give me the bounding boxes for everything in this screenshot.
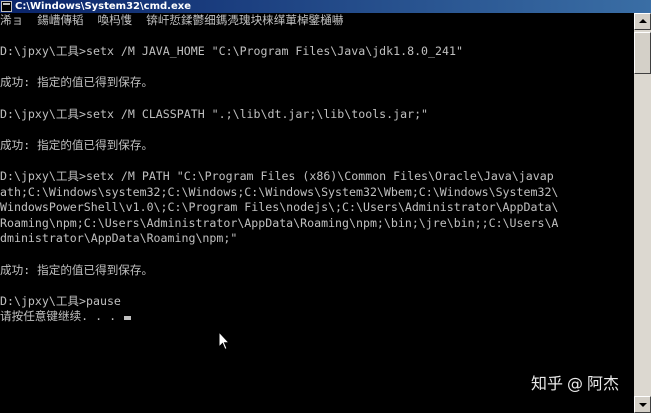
console-line: WindowsPowerShell\v1.0\;C:\Program Files… — [0, 200, 559, 215]
window-title: C:\Windows\System32\cmd.exe — [15, 1, 191, 12]
zhihu-watermark: 知乎 @ 阿杰 — [531, 372, 619, 396]
console-line: Roaming\npm;C:\Users\Administrator\AppDa… — [0, 215, 559, 230]
console-line: 浠ョ 鍚嶆傳韬 喚杩愯 锛屽悊鍒鬱细鎷凴瑰块梾缂莗棹鐾樋嚇 — [0, 13, 344, 27]
vertical-scrollbar[interactable] — [634, 13, 651, 413]
watermark-brand: 知乎 — [531, 374, 564, 393]
scroll-up-arrow-icon — [639, 19, 647, 23]
console-line: D:\jpxy\工具>setx /M PATH "C:\Program File… — [0, 168, 554, 183]
watermark-separator: @ — [567, 374, 584, 393]
pause-prompt-text: 请按任意键继续. . . — [0, 309, 124, 324]
cmd-app-icon[interactable] — [1, 1, 12, 12]
scroll-up-button[interactable] — [634, 13, 651, 30]
console-line: ath;C:\Windows\system32;C:\Windows;C:\Wi… — [0, 184, 559, 199]
scroll-down-button[interactable] — [634, 396, 651, 413]
console-line: 成功: 指定的值已得到保存。 — [0, 262, 154, 277]
text-cursor — [124, 316, 132, 321]
console-line: D:\jpxy\工具>setx /M CLASSPATH ".;\lib\dt.… — [0, 106, 429, 121]
console-line: D:\jpxy\工具>setx /M JAVA_HOME "C:\Program… — [0, 44, 463, 59]
console-line: D:\jpxy\工具>pause — [0, 293, 121, 308]
console-output[interactable]: 浠ョ 鍚嶆傳韬 喚杩愯 锛屽悊鍒鬱细鎷凴瑰块梾缂莗棹鐾樋嚇 D:\jpxy\工具… — [0, 13, 634, 413]
window-titlebar[interactable]: C:\Windows\System32\cmd.exe — [0, 0, 651, 13]
mouse-pointer-icon — [218, 331, 230, 351]
console-line: dministrator\AppData\Roaming\npm;" — [0, 231, 238, 246]
scroll-down-arrow-icon — [639, 403, 647, 407]
console-line: 成功: 指定的值已得到保存。 — [0, 137, 154, 152]
scrollbar-thumb[interactable] — [634, 32, 651, 74]
console-prompt-line: 请按任意键继续. . . — [0, 309, 634, 325]
console-line: 成功: 指定的值已得到保存。 — [0, 75, 154, 90]
watermark-author: 阿杰 — [587, 374, 620, 393]
